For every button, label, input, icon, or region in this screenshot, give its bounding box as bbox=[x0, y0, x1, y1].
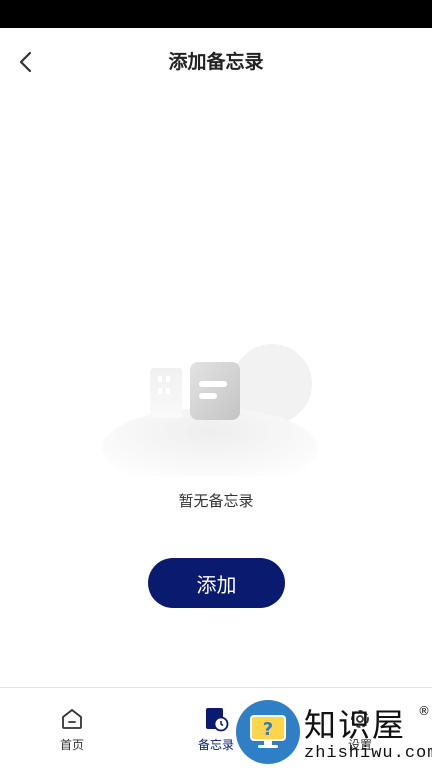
tab-home-label: 首页 bbox=[59, 738, 84, 752]
nav-bar: 添加备忘录 bbox=[0, 28, 432, 96]
watermark-brand: 知识屋 bbox=[304, 706, 407, 744]
memo-clock-icon bbox=[203, 706, 229, 732]
watermark-url: zhishiwu.com bbox=[304, 744, 432, 763]
add-memo-button[interactable]: 添加 bbox=[148, 558, 285, 608]
status-bar bbox=[0, 0, 432, 28]
empty-memo-illustration bbox=[102, 344, 318, 476]
page-title: 添加备忘录 bbox=[168, 51, 264, 73]
watermark-registered-mark: ® bbox=[418, 704, 430, 718]
empty-state-message: 暂无备忘录 bbox=[178, 492, 254, 510]
watermark: ? 知识屋 ® zhishiwu.com bbox=[232, 700, 432, 768]
tab-memo-label: 备忘录 bbox=[197, 738, 234, 752]
tab-home[interactable]: 首页 bbox=[22, 688, 122, 768]
svg-text:?: ? bbox=[263, 719, 273, 740]
monitor-question-icon: ? bbox=[250, 715, 286, 748]
home-icon bbox=[59, 706, 85, 732]
watermark-logo: ? bbox=[236, 700, 300, 764]
